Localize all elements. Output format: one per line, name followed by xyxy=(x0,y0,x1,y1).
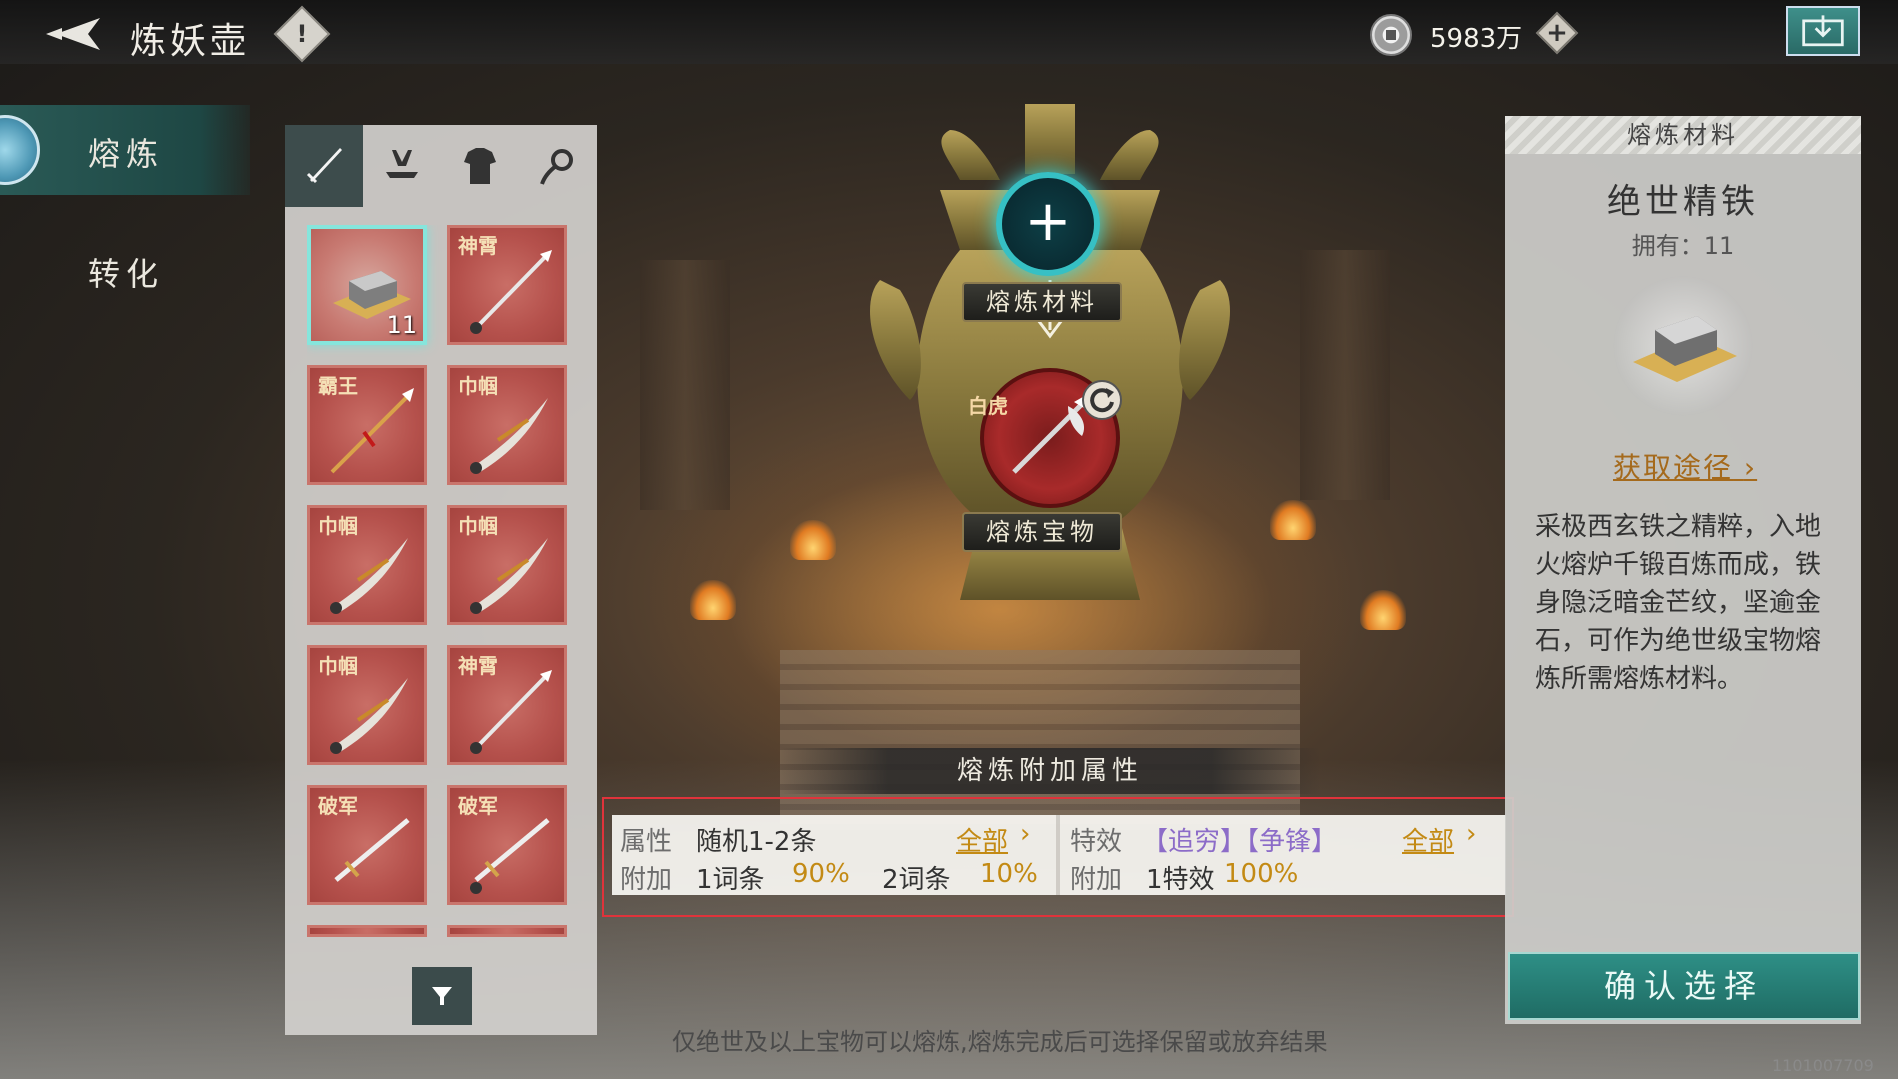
hat-tab-icon xyxy=(386,150,418,178)
page-title: 炼妖壶 xyxy=(130,21,251,62)
tab-weapon[interactable] xyxy=(285,125,363,207)
material-detail-panel: 熔炼材料 绝世精铁 拥有：11 获取途径 › 采极西玄铁之精粹，入地火熔炉千锻百… xyxy=(1505,116,1861,1024)
attribute-content: 属性 随机1-2条 全部 › 附加 1词条 90% 2词条 10% 特效 【追穷… xyxy=(612,815,1506,895)
item-series-tag: 巾帼 xyxy=(458,514,498,538)
fire-lamp-icon xyxy=(790,520,836,560)
fire-lamp-icon xyxy=(1270,500,1316,540)
attr-value: 2词条 xyxy=(882,865,951,895)
acquire-source-link[interactable]: 获取途径 › xyxy=(1613,446,1757,486)
back-button[interactable] xyxy=(42,12,106,56)
refresh-icon xyxy=(1090,388,1114,413)
attr-key: 特效 xyxy=(1070,827,1123,857)
tab-accessory[interactable] xyxy=(519,125,597,207)
treasure-series-tag: 白虎 xyxy=(968,394,1008,418)
sword-tab-icon xyxy=(306,148,342,184)
iron-ingot-icon xyxy=(1633,316,1737,382)
item-series-tag: 神霄 xyxy=(458,654,498,678)
item-category-tabs xyxy=(285,125,597,207)
acquire-source-label: 获取途径 xyxy=(1613,451,1734,484)
view-all-effects-link[interactable]: 全部 xyxy=(1402,821,1454,858)
export-button[interactable] xyxy=(1786,6,1860,56)
attr-percent: 100% xyxy=(1224,859,1299,889)
material-owned-count: 拥有：11 xyxy=(1631,232,1735,260)
item-slot[interactable]: 11 xyxy=(307,225,427,345)
item-list-panel: 11 神霄 霸王 巾帼 巾帼 巾帼 巾帼 神霄 破军 破军 xyxy=(285,125,597,1035)
item-slot[interactable]: 神霄 xyxy=(447,645,567,765)
attribute-panel: 属性 随机1-2条 全部 › 附加 1词条 90% 2词条 10% 特效 【追穷… xyxy=(602,797,1514,917)
add-currency-button[interactable]: + xyxy=(1535,11,1579,55)
accessory-tab-icon xyxy=(540,149,573,185)
attr-percent: 90% xyxy=(792,859,850,889)
material-panel-header: 熔炼材料 xyxy=(1505,116,1861,154)
nav-item-label: 熔炼 xyxy=(88,135,165,173)
attr-value: 随机1-2条 xyxy=(696,827,817,857)
nav-item-smelt[interactable]: 熔炼 xyxy=(0,105,250,195)
nav-item-convert[interactable]: 转化 xyxy=(0,225,250,315)
item-slot[interactable] xyxy=(307,925,427,937)
item-series-tag: 巾帼 xyxy=(318,514,358,538)
fire-lamp-icon xyxy=(1360,590,1406,630)
currency-display: 5983万 + xyxy=(1370,11,1580,56)
material-icon-frame xyxy=(1613,276,1753,416)
fire-lamp-icon xyxy=(690,580,736,620)
item-slot[interactable]: 霸王 xyxy=(307,365,427,485)
info-button[interactable]: ! xyxy=(273,5,331,63)
material-slot-label: 熔炼材料 xyxy=(962,282,1122,322)
item-grid: 11 神霄 霸王 巾帼 巾帼 巾帼 巾帼 神霄 破军 破军 xyxy=(307,225,587,985)
item-series-tag: 巾帼 xyxy=(318,654,358,678)
nav-gem-icon xyxy=(0,115,40,185)
chevron-right-icon: › xyxy=(1466,819,1477,849)
item-slot[interactable]: 破军 xyxy=(447,785,567,905)
tab-helmet[interactable] xyxy=(363,125,441,207)
filter-button[interactable] xyxy=(412,967,472,1025)
item-slot[interactable]: 巾帼 xyxy=(447,365,567,485)
plus-icon: + xyxy=(1546,18,1568,48)
treasure-slot-label: 熔炼宝物 xyxy=(962,512,1122,552)
chevron-right-icon: › xyxy=(1743,451,1758,484)
item-slot[interactable]: 巾帼 xyxy=(307,645,427,765)
item-series-tag: 破军 xyxy=(318,794,358,818)
material-description: 采极西玄铁之精粹，入地火熔炉千锻百炼而成，铁身隐泛暗金芒纹，坚逾金石，可作为绝世… xyxy=(1535,512,1822,694)
filter-icon xyxy=(432,987,452,1005)
attr-value: 1词条 xyxy=(696,865,765,895)
swap-treasure-button[interactable] xyxy=(1082,380,1122,420)
item-count: 11 xyxy=(386,311,417,339)
add-material-button[interactable]: + xyxy=(996,172,1100,276)
tab-armor[interactable] xyxy=(441,125,519,207)
item-series-tag: 神霄 xyxy=(458,234,498,258)
attr-divider xyxy=(1056,815,1060,895)
attribute-header: 熔炼附加属性 xyxy=(780,748,1320,794)
smelting-hint: 仅绝世及以上宝物可以熔炼,熔炼完成后可选择保留或放弃结果 xyxy=(672,1028,1328,1056)
confirm-selection-button[interactable]: 确认选择 xyxy=(1508,952,1860,1020)
material-name: 绝世精铁 xyxy=(1607,182,1759,222)
attr-key: 附加 xyxy=(620,865,673,895)
item-series-tag: 破军 xyxy=(458,794,498,818)
coin-icon xyxy=(1370,14,1412,56)
item-series-tag: 巾帼 xyxy=(458,374,498,398)
currency-amount: 5983万 xyxy=(1430,24,1523,54)
item-slot[interactable]: 神霄 xyxy=(447,225,567,345)
effect-value: 【追穷】【争锋】 xyxy=(1142,827,1338,857)
attr-value: 1特效 xyxy=(1146,865,1215,895)
left-nav: 熔炼 转化 xyxy=(0,105,250,293)
chevron-right-icon: › xyxy=(1020,819,1031,849)
item-slot[interactable]: 破军 xyxy=(307,785,427,905)
item-slot[interactable]: 巾帼 xyxy=(447,505,567,625)
nav-item-label: 转化 xyxy=(88,255,165,293)
view-all-attributes-link[interactable]: 全部 xyxy=(956,821,1008,858)
attr-key: 附加 xyxy=(1070,865,1123,895)
plus-icon: + xyxy=(1024,189,1072,254)
top-bar: 炼妖壶 ! 5983万 + xyxy=(0,0,1898,64)
info-icon: ! xyxy=(296,20,308,48)
attr-key: 属性 xyxy=(620,827,673,857)
attr-percent: 10% xyxy=(980,859,1038,889)
armor-tab-icon xyxy=(464,148,496,184)
item-slot[interactable]: 巾帼 xyxy=(307,505,427,625)
export-icon xyxy=(1802,15,1844,47)
item-series-tag: 霸王 xyxy=(318,374,358,398)
back-arrow-icon xyxy=(46,18,100,50)
item-slot[interactable] xyxy=(447,925,567,937)
version-code: 1101007709 xyxy=(1772,1056,1874,1075)
